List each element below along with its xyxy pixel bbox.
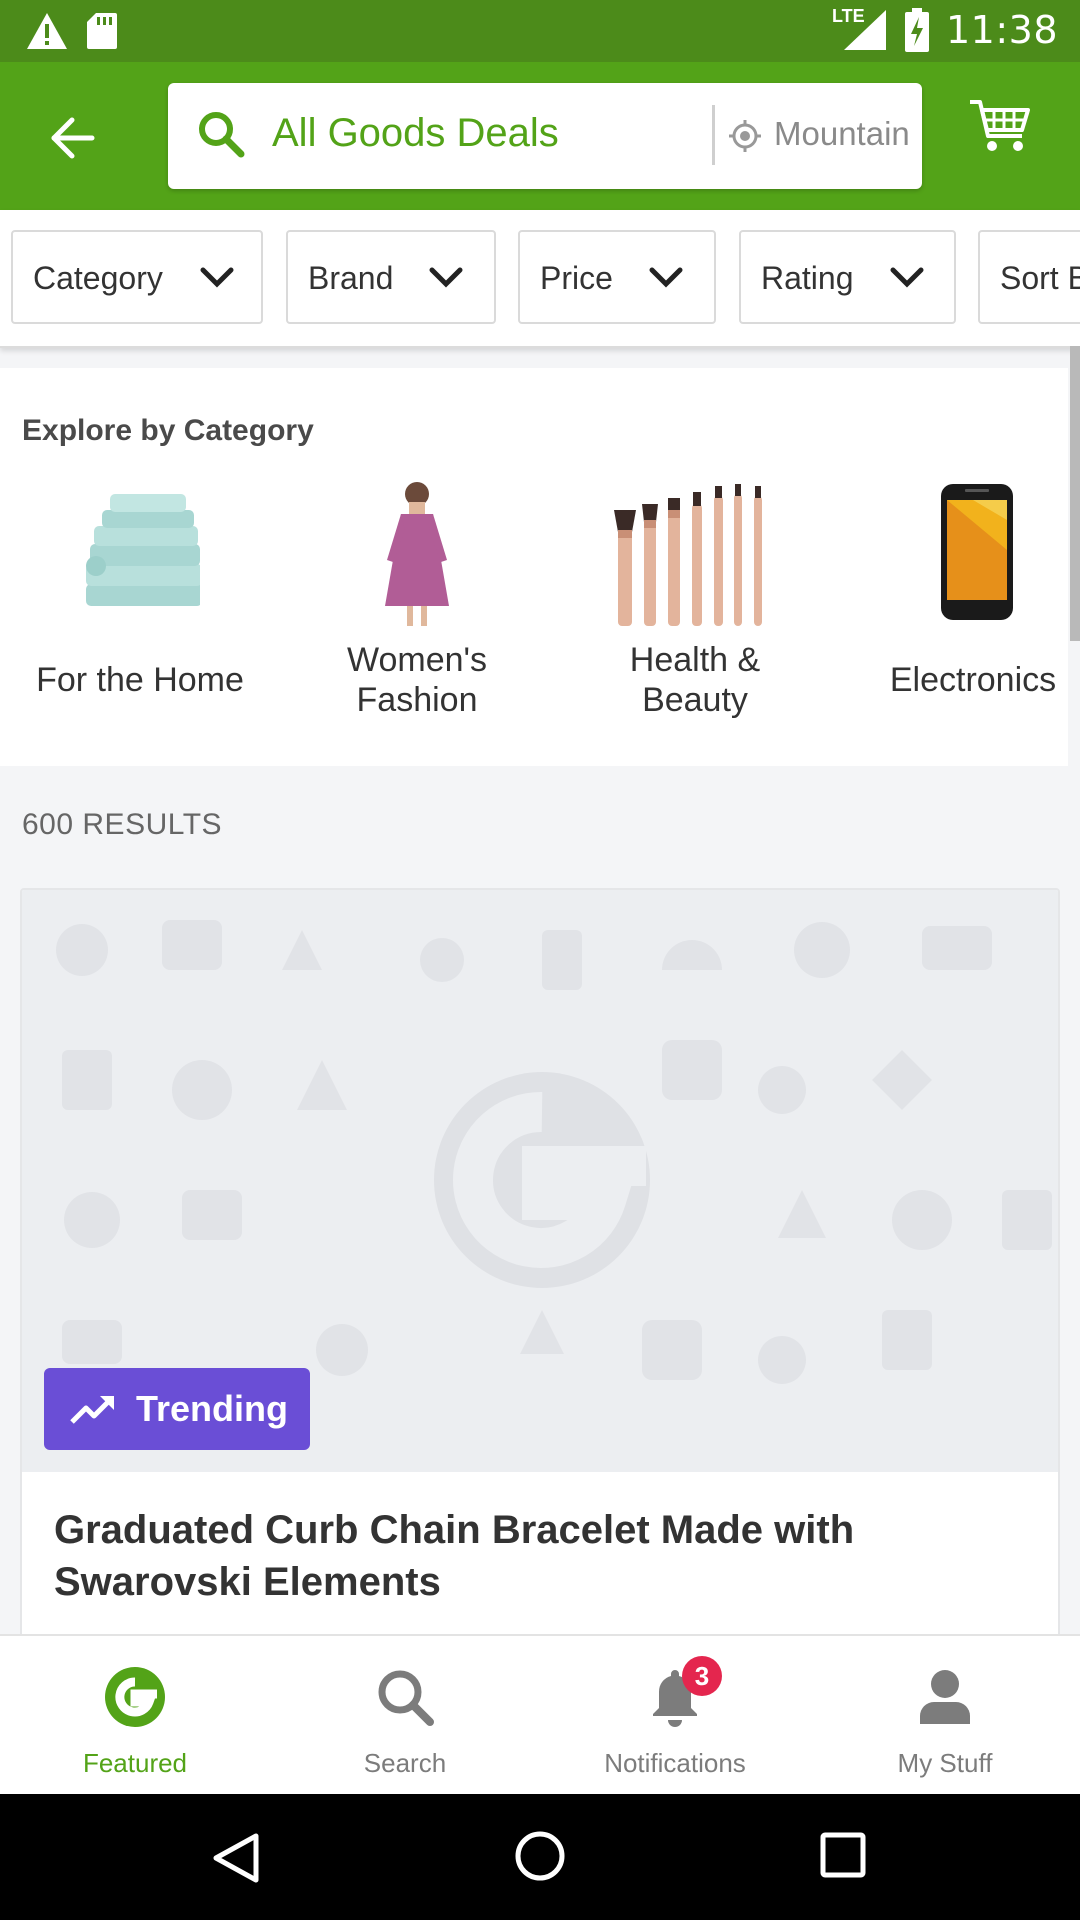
product-image-placeholder: Trending xyxy=(22,890,1058,1472)
app-bar: All Goods Deals Mountain View xyxy=(0,62,1080,210)
category-label-line2: Fashion xyxy=(356,681,478,719)
back-button[interactable] xyxy=(36,102,108,174)
filter-rating[interactable]: Rating xyxy=(739,230,956,324)
chevron-down-icon xyxy=(429,267,463,288)
section-title: Explore by Category xyxy=(22,414,314,447)
nav-my-stuff[interactable]: My Stuff xyxy=(810,1636,1080,1796)
category-health-beauty[interactable]: Health & Beauty xyxy=(560,480,830,740)
badge-label: Trending xyxy=(136,1388,288,1429)
nav-notifications[interactable]: Notifications xyxy=(540,1636,810,1796)
location-icon xyxy=(729,120,761,152)
filter-brand[interactable]: Brand xyxy=(286,230,496,324)
category-womens-fashion[interactable]: Women's Fashion xyxy=(282,480,552,740)
results-count: 600 RESULTS xyxy=(22,808,223,841)
signal-icon: LTE xyxy=(832,6,888,52)
sd-card-icon xyxy=(87,13,117,49)
search-icon xyxy=(199,112,245,158)
product-title[interactable]: Graduated Curb Chain Bracelet Made with … xyxy=(54,1504,1034,1608)
towels-image xyxy=(86,494,200,606)
groupon-g-icon xyxy=(105,1667,165,1727)
scrollbar[interactable] xyxy=(1070,346,1080,641)
brushes-image xyxy=(614,484,762,626)
clock: 11:38 xyxy=(945,8,1058,52)
back-arrow-icon xyxy=(51,117,95,159)
status-bar: LTE 11:38 xyxy=(0,0,1080,62)
search-query[interactable]: All Goods Deals xyxy=(272,111,559,156)
filter-label: Brand xyxy=(308,260,394,296)
filter-price[interactable]: Price xyxy=(518,230,716,324)
system-navigation-bar xyxy=(0,1794,1080,1920)
search-box[interactable]: All Goods Deals Mountain View xyxy=(168,83,922,189)
bottom-navigation: Featured Search Notifications 3 My Stuff xyxy=(0,1634,1080,1794)
search-icon xyxy=(378,1670,434,1726)
category-label: Electronics xyxy=(889,661,1057,699)
category-label: For the Home xyxy=(36,661,244,699)
search-divider xyxy=(712,105,715,165)
filter-bar: Category Brand Price Rating Sort By xyxy=(0,210,1080,348)
home-circle-icon[interactable] xyxy=(514,1830,566,1882)
explore-by-category: Explore by Category For the Home Women's… xyxy=(0,368,1068,766)
product-card[interactable]: Trending Graduated Curb Chain Bracelet M… xyxy=(20,888,1060,1648)
cart-icon xyxy=(970,100,1030,151)
trending-badge: Trending xyxy=(44,1368,310,1450)
category-electronics[interactable]: Electronics xyxy=(838,480,1080,740)
chevron-down-icon xyxy=(649,267,683,288)
filter-label: Sort By xyxy=(1000,260,1080,296)
notification-count-badge: 3 xyxy=(682,1656,722,1696)
location-field[interactable]: Mountain View xyxy=(774,115,910,153)
phone-image xyxy=(941,484,1013,620)
nav-search[interactable]: Search xyxy=(270,1636,540,1796)
filter-label: Category xyxy=(33,260,163,296)
category-label-line2: Beauty xyxy=(642,681,748,719)
cart-button[interactable] xyxy=(968,98,1048,170)
nav-featured[interactable]: Featured xyxy=(0,1636,270,1796)
nav-label: Search xyxy=(363,1748,447,1778)
filter-category[interactable]: Category xyxy=(11,230,263,324)
filter-sort[interactable]: Sort By xyxy=(978,230,1080,324)
filter-label: Rating xyxy=(761,260,854,296)
recents-square-icon[interactable] xyxy=(820,1832,866,1878)
person-icon xyxy=(920,1670,970,1724)
back-triangle-icon[interactable] xyxy=(212,1832,260,1884)
nav-label: Featured xyxy=(82,1748,188,1778)
dress-image xyxy=(385,482,449,626)
nav-label: My Stuff xyxy=(897,1748,993,1778)
category-label: Health & xyxy=(629,641,761,679)
chevron-down-icon xyxy=(890,267,924,288)
network-type: LTE xyxy=(831,6,865,26)
battery-charging-icon xyxy=(904,8,929,52)
category-label: Women's xyxy=(346,641,488,679)
chevron-down-icon xyxy=(200,267,234,288)
filter-label: Price xyxy=(540,260,613,296)
warning-icon xyxy=(27,13,67,49)
category-for-the-home[interactable]: For the Home xyxy=(5,480,275,740)
trending-up-icon xyxy=(70,1396,114,1424)
nav-label: Notifications xyxy=(604,1748,746,1778)
